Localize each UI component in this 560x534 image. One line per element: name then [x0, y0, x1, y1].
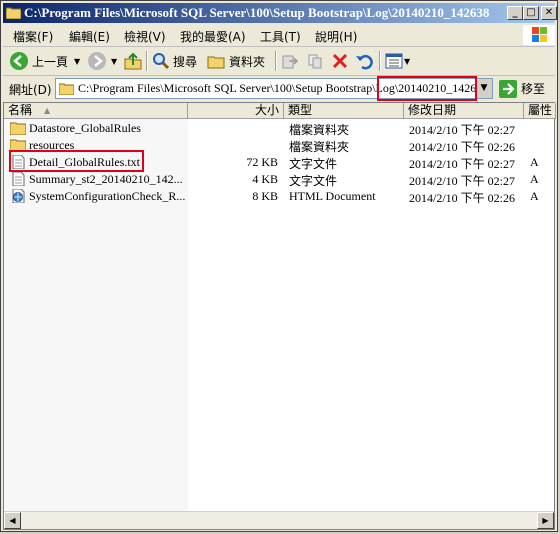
toolbar-separator	[275, 51, 277, 71]
column-header-modified[interactable]: 修改日期	[404, 103, 524, 119]
menu-tools[interactable]: 工具(T)	[260, 28, 301, 45]
delete-icon	[332, 53, 348, 69]
back-arrow-icon	[10, 52, 28, 70]
file-type: HTML Document	[289, 189, 376, 203]
views-dropdown-icon[interactable]: ▼	[404, 57, 410, 66]
file-type: 文字文件	[289, 157, 338, 171]
file-size: 4 KB	[252, 172, 278, 186]
file-size: 8 KB	[252, 189, 278, 203]
up-folder-button[interactable]	[123, 50, 143, 72]
scroll-right-button[interactable]: ▶	[537, 512, 554, 529]
maximize-button[interactable]: □	[523, 6, 539, 20]
scroll-left-button[interactable]: ◀	[4, 512, 21, 529]
file-type: 檔案資料夾	[289, 140, 350, 154]
toolbar-separator	[146, 51, 148, 71]
sort-ascending-icon: ▲	[44, 106, 51, 115]
window-title: C:\Program Files\Microsoft SQL Server\10…	[24, 5, 490, 20]
column-header-name[interactable]: 名稱 ▲	[4, 103, 188, 119]
folder-icon	[10, 122, 26, 135]
address-label: 網址(D)	[9, 83, 52, 97]
file-attr: A	[530, 189, 539, 203]
file-list[interactable]: 名稱 ▲ 大小 類型 修改日期 屬性 Datastore_GlobalRules…	[3, 102, 556, 530]
file-type: 檔案資料夾	[289, 123, 350, 137]
menu-favorites[interactable]: 我的最愛(A)	[180, 28, 246, 45]
column-header-attributes[interactable]: 屬性	[524, 103, 556, 119]
menu-bar: 檔案(F) 編輯(E) 檢視(V) 我的最愛(A) 工具(T) 說明(H)	[3, 24, 555, 47]
folders-button[interactable]: 資料夾	[207, 50, 265, 72]
highlight-annotation	[377, 76, 477, 101]
file-row[interactable]: SystemConfigurationCheck_R... 8 KB HTML …	[4, 188, 554, 205]
forward-arrow-icon	[88, 52, 106, 70]
folder-icon	[6, 7, 21, 19]
search-button[interactable]: 搜尋	[152, 50, 197, 72]
move-to-button[interactable]	[281, 50, 299, 72]
forward-button[interactable]: ▼	[87, 50, 117, 72]
menu-help[interactable]: 說明(H)	[315, 28, 357, 45]
delete-button[interactable]	[331, 50, 349, 72]
file-date: 2014/2/10 下午 02:26	[409, 140, 516, 154]
file-size: 72 KB	[246, 155, 278, 169]
html-file-icon	[12, 189, 25, 203]
file-date: 2014/2/10 下午 02:27	[409, 174, 516, 188]
horizontal-scrollbar[interactable]: ◀ ▶	[4, 511, 554, 529]
highlight-annotation	[9, 150, 144, 172]
address-dropdown-icon[interactable]: ▼	[475, 79, 492, 98]
folders-label: 資料夾	[229, 54, 266, 69]
copy-to-icon	[308, 54, 322, 69]
column-header-size[interactable]: 大小	[188, 103, 284, 119]
views-icon	[385, 53, 403, 69]
back-dropdown-icon[interactable]: ▼	[74, 57, 80, 66]
file-date: 2014/2/10 下午 02:27	[409, 123, 516, 137]
search-label: 搜尋	[173, 54, 198, 69]
windows-flag-icon	[532, 27, 547, 42]
folders-icon	[207, 56, 225, 69]
toolbar-separator	[379, 51, 381, 71]
file-row[interactable]: Summary_st2_20140210_142... 4 KB 文字文件 20…	[4, 171, 554, 188]
file-name: Summary_st2_20140210_142...	[29, 172, 183, 186]
up-folder-icon	[124, 52, 142, 70]
file-attr: A	[530, 172, 539, 186]
file-type: 文字文件	[289, 174, 338, 188]
menu-view[interactable]: 檢視(V)	[124, 28, 166, 45]
file-name: Datastore_GlobalRules	[29, 121, 141, 135]
go-button[interactable]: 移至	[499, 78, 553, 99]
back-label: 上一頁	[32, 54, 69, 69]
go-label: 移至	[521, 82, 546, 96]
column-header-name-label: 名稱	[8, 103, 33, 117]
address-bar: 網址(D) C:\Program Files\Microsoft SQL Ser…	[3, 76, 555, 102]
explorer-window: C:\Program Files\Microsoft SQL Server\10…	[0, 0, 558, 532]
windows-logo	[523, 25, 555, 45]
folder-icon	[59, 83, 74, 95]
go-arrow-icon	[499, 79, 517, 98]
undo-button[interactable]	[355, 50, 373, 72]
move-to-icon	[282, 55, 299, 69]
title-bar[interactable]: C:\Program Files\Microsoft SQL Server\10…	[3, 3, 557, 23]
text-file-icon	[12, 172, 25, 186]
file-name: SystemConfigurationCheck_R...	[29, 189, 186, 203]
file-row[interactable]: Datastore_GlobalRules 檔案資料夾 2014/2/10 下午…	[4, 120, 554, 137]
forward-dropdown-icon[interactable]: ▼	[111, 57, 117, 66]
file-date: 2014/2/10 下午 02:26	[409, 191, 516, 205]
menu-edit[interactable]: 編輯(E)	[69, 28, 110, 45]
menu-file[interactable]: 檔案(F)	[13, 28, 53, 45]
close-button[interactable]: ✕	[541, 6, 557, 20]
back-button[interactable]: 上一頁 ▼	[9, 50, 80, 72]
undo-icon	[356, 54, 373, 70]
copy-to-button[interactable]	[306, 50, 324, 72]
file-attr: A	[530, 155, 539, 169]
column-header-type[interactable]: 類型	[284, 103, 404, 119]
views-button[interactable]: ▼	[385, 50, 410, 72]
toolbar: 上一頁 ▼ ▼ 搜尋 資料夾 ▼	[3, 47, 555, 76]
minimize-button[interactable]: _	[507, 6, 523, 20]
file-date: 2014/2/10 下午 02:27	[409, 157, 516, 171]
search-icon	[153, 53, 170, 70]
